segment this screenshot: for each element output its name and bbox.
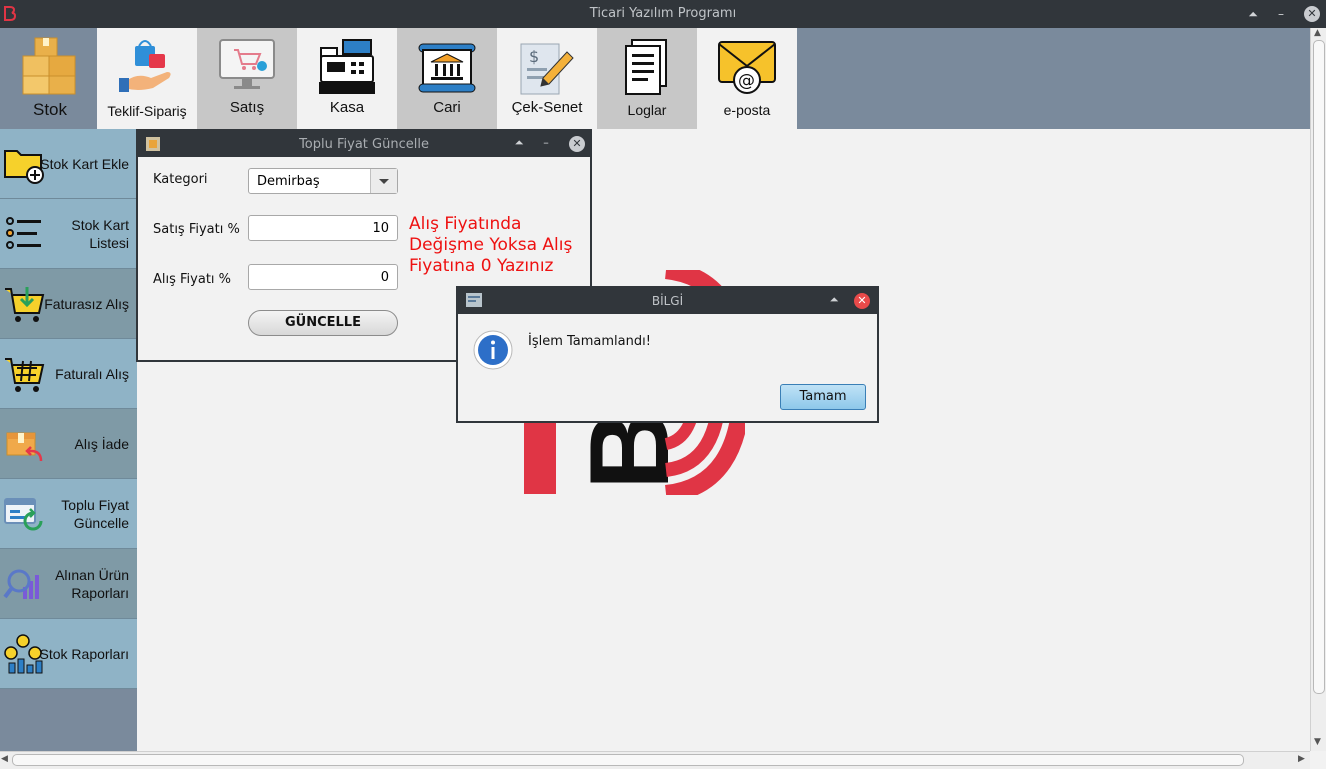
sidebar-item-label: Alınan Ürün Raporları	[55, 566, 129, 601]
chevron-down-icon[interactable]: ▼	[1314, 737, 1321, 747]
svg-text:$: $	[529, 47, 539, 66]
purchase-price-value: 0	[380, 270, 389, 285]
sidebar-item-label: Faturalı Alış	[55, 365, 129, 382]
tab-label: Satış	[229, 99, 265, 116]
chevron-right-icon[interactable]: ▶	[1298, 754, 1305, 764]
tab-label: Teklif-Sipariş	[107, 103, 187, 119]
svg-text:@: @	[738, 71, 755, 91]
maximize-button[interactable]: ⏶	[826, 292, 842, 308]
info-icon	[473, 330, 513, 370]
info-dialog: BİLGİ ⏶ ✕ İşlem Tamamlandı! Tamam	[456, 286, 879, 423]
check-pen-icon: $	[520, 43, 574, 95]
sidebar: Stok Kart Ekle Stok Kart Listesi Faturas…	[0, 129, 137, 751]
tab-stok[interactable]: Stok	[0, 28, 100, 129]
monitor-cart-icon	[219, 39, 275, 89]
tab-label: Stok	[32, 100, 68, 119]
shopping-bag-hand-icon	[119, 40, 171, 92]
dialog-titlebar[interactable]: BİLGİ ⏶ ✕	[458, 288, 877, 314]
tab-label: e-posta	[723, 102, 771, 118]
documents-icon	[625, 39, 667, 95]
sidebar-item-label: Faturasız Alış	[44, 295, 129, 312]
horizontal-scrollbar[interactable]: ◀ ▶	[0, 751, 1310, 769]
sale-price-input[interactable]: 10	[248, 215, 398, 241]
app-titlebar: Ticari Yazılım Programı ⏶ – ✕	[0, 0, 1326, 28]
tab-label: Kasa	[329, 99, 365, 116]
top-navigation: Stok Teklif-Sipariş Satış Kasa Cari $ Çe…	[0, 28, 1310, 129]
sidebar-item-stok-kart-listesi[interactable]: Stok Kart Listesi	[0, 199, 137, 269]
dialog-message: İşlem Tamamlandı!	[528, 334, 651, 349]
maximize-button[interactable]: ⏶	[511, 135, 527, 151]
purchase-price-label: Alış Fiyatı %	[153, 272, 232, 287]
window-titlebar[interactable]: Toplu Fiyat Güncelle ⏶ – ✕	[138, 131, 590, 157]
update-button[interactable]: GÜNCELLE	[248, 310, 398, 336]
category-value: Demirbaş	[257, 174, 320, 189]
tab-teklif-siparis[interactable]: Teklif-Sipariş	[97, 28, 197, 129]
minimize-button[interactable]: –	[538, 135, 554, 151]
sidebar-item-label: Toplu Fiyat Güncelle	[61, 496, 129, 531]
chevron-left-icon[interactable]: ◀	[1, 754, 8, 764]
category-label: Kategori	[153, 172, 208, 187]
tab-cek-senet[interactable]: $ Çek-Senet	[497, 28, 597, 129]
note-line: Değişme Yoksa Alış	[409, 235, 573, 255]
chevron-down-icon[interactable]	[370, 169, 397, 193]
tab-label: Çek-Senet	[511, 99, 583, 116]
sidebar-item-alis-iade[interactable]: Alış İade	[0, 409, 137, 479]
dialog-title: BİLGİ	[651, 294, 684, 308]
window-title: Ticari Yazılım Programı	[589, 6, 737, 21]
sidebar-item-stok-raporlari[interactable]: Stok Raporları	[0, 619, 137, 689]
sidebar-item-alinan-urun-raporlari[interactable]: Alınan Ürün Raporları	[0, 549, 137, 619]
chevron-up-icon[interactable]: ▲	[1314, 28, 1321, 38]
cash-register-icon	[319, 39, 375, 94]
scroll-thumb[interactable]	[1313, 40, 1325, 694]
note-line: Fiyatına 0 Yazınız	[409, 256, 554, 276]
tab-kasa[interactable]: Kasa	[297, 28, 397, 129]
close-button[interactable]: ✕	[569, 136, 585, 152]
tab-loglar[interactable]: Loglar	[597, 28, 697, 129]
boxes-icon	[22, 37, 76, 95]
close-button[interactable]: ✕	[854, 293, 870, 309]
tab-label: Cari	[433, 99, 461, 116]
note-line: Alış Fiyatında	[409, 214, 522, 234]
tab-satis[interactable]: Satış	[197, 28, 297, 129]
category-select[interactable]: Demirbaş	[248, 168, 398, 194]
close-button[interactable]: ✕	[1304, 6, 1320, 22]
purchase-price-input[interactable]: 0	[248, 264, 398, 290]
scroll-thumb[interactable]	[12, 754, 1244, 766]
tab-e-posta[interactable]: @ e-posta	[697, 28, 797, 129]
tab-cari[interactable]: Cari	[397, 28, 497, 129]
sidebar-item-toplu-fiyat-guncelle[interactable]: Toplu Fiyat Güncelle	[0, 479, 137, 549]
maximize-button[interactable]: ⏶	[1244, 5, 1262, 23]
tab-label: Loglar	[627, 102, 667, 118]
bank-scroll-icon	[418, 43, 476, 93]
purchase-price-note: Alış Fiyatında Değişme Yoksa Alış Fiyatı…	[409, 214, 594, 277]
sidebar-item-label: Stok Kart Ekle	[40, 155, 129, 172]
sidebar-item-stok-kart-ekle[interactable]: Stok Kart Ekle	[0, 129, 137, 199]
sale-price-label: Satış Fiyatı %	[153, 222, 240, 237]
sale-price-value: 10	[372, 221, 389, 236]
sidebar-item-faturali-alis[interactable]: Faturalı Alış	[0, 339, 137, 409]
sidebar-item-label: Alış İade	[74, 435, 129, 452]
minimize-button[interactable]: –	[1272, 5, 1290, 23]
vertical-scrollbar[interactable]: ▲ ▼	[1310, 28, 1326, 751]
sidebar-item-label: Stok Raporları	[39, 645, 129, 662]
sidebar-item-faturasiz-alis[interactable]: Faturasız Alış	[0, 269, 137, 339]
envelope-at-icon: @	[718, 41, 776, 94]
sidebar-item-label: Stok Kart Listesi	[71, 216, 129, 251]
ok-button[interactable]: Tamam	[780, 384, 866, 410]
